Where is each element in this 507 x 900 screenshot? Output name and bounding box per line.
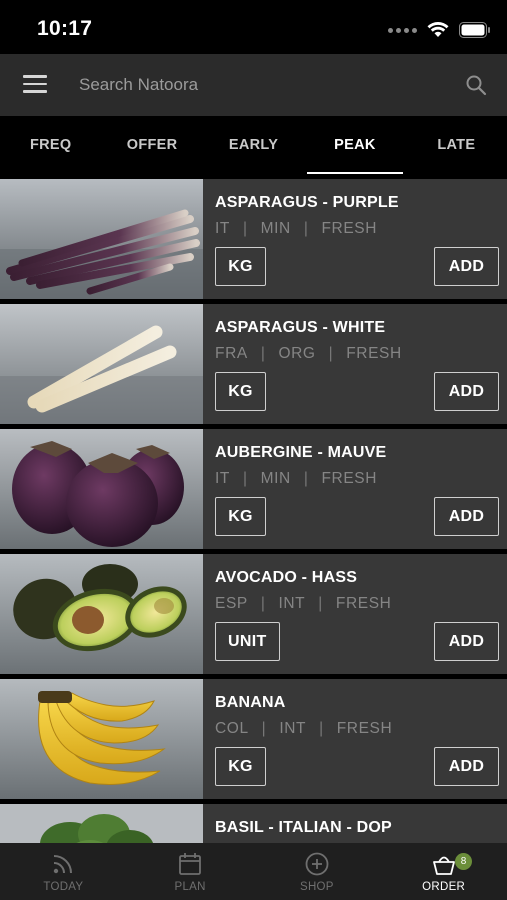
origin-tag: FRA <box>215 345 248 362</box>
product-info: AUBERGINE - MAUVE IT | MIN | FRESH KG ADD <box>203 429 507 549</box>
state-tag: FRESH <box>321 220 378 237</box>
product-image-white-asparagus[interactable] <box>0 304 203 424</box>
product-info: BANANA COL | INT | FRESH KG ADD <box>203 679 507 799</box>
product-name: AUBERGINE - MAUVE <box>215 444 387 461</box>
season-tabs: FREQ OFFER EARLY PEAK LATE <box>0 116 507 178</box>
product-tags: COL | INT | FRESH <box>215 720 393 737</box>
product-name: ASPARAGUS - WHITE <box>215 319 386 336</box>
tab-freq[interactable]: FREQ <box>0 116 101 178</box>
rss-icon <box>54 855 73 874</box>
nav-label: TODAY <box>43 881 84 893</box>
product-info: AVOCADO - HASS ESP | INT | FRESH UNIT ADD <box>203 554 507 674</box>
product-name: AVOCADO - HASS <box>215 569 358 586</box>
unit-button[interactable]: KG <box>215 247 266 286</box>
origin-tag: COL <box>215 720 249 737</box>
nav-label: SHOP <box>299 881 334 893</box>
search-input[interactable] <box>79 70 449 100</box>
search-header <box>0 54 507 116</box>
add-button[interactable]: ADD <box>434 372 499 411</box>
status-icons <box>388 20 491 40</box>
add-button[interactable]: ADD <box>434 497 499 536</box>
plus-circle-icon <box>305 852 329 876</box>
state-tag: FRESH <box>336 720 393 737</box>
type-tag: ORG <box>278 345 316 362</box>
order-count-badge: 8 <box>455 853 473 870</box>
tab-peak[interactable]: PEAK <box>304 116 405 178</box>
product-list: ASPARAGUS - PURPLE IT | MIN | FRESH KG ADD <box>0 179 507 843</box>
state-tag: FRESH <box>321 470 378 487</box>
product-image-purple-asparagus[interactable] <box>0 179 203 299</box>
product-name: BANANA <box>215 694 286 711</box>
tab-late[interactable]: LATE <box>406 116 507 178</box>
add-button[interactable]: ADD <box>434 247 499 286</box>
product-image-banana[interactable] <box>0 679 203 799</box>
nav-label: PLAN <box>174 881 206 893</box>
product-row[interactable]: BANANA COL | INT | FRESH KG ADD <box>0 679 507 799</box>
tab-early[interactable]: EARLY <box>203 116 304 178</box>
signal-dots-icon <box>388 27 417 33</box>
product-image-aubergine[interactable] <box>0 429 203 549</box>
nav-label: ORDER <box>422 881 466 893</box>
product-info: ASPARAGUS - WHITE FRA | ORG | FRESH KG ADD <box>203 304 507 424</box>
product-row[interactable]: AUBERGINE - MAUVE IT | MIN | FRESH KG ADD <box>0 429 507 549</box>
unit-button[interactable]: KG <box>215 747 266 786</box>
product-row[interactable]: AVOCADO - HASS ESP | INT | FRESH UNIT ADD <box>0 554 507 674</box>
product-image-basil[interactable] <box>0 804 203 843</box>
status-time: 10:17 <box>37 17 93 40</box>
search-icon[interactable] <box>465 74 487 96</box>
product-name: ASPARAGUS - PURPLE <box>215 194 399 211</box>
type-tag: MIN <box>260 470 291 487</box>
bottom-nav: TODAY PLAN SHOP 8 ORDER <box>0 843 507 900</box>
product-info: ASPARAGUS - PURPLE IT | MIN | FRESH KG ADD <box>203 179 507 299</box>
menu-icon[interactable] <box>23 75 47 95</box>
type-tag: MIN <box>260 220 291 237</box>
wifi-icon <box>427 22 449 37</box>
state-tag: FRESH <box>346 345 402 362</box>
product-row[interactable]: ASPARAGUS - WHITE FRA | ORG | FRESH KG ADD <box>0 304 507 424</box>
origin-tag: IT <box>215 470 230 487</box>
tab-offer[interactable]: OFFER <box>101 116 202 178</box>
nav-order[interactable]: 8 ORDER <box>380 843 507 900</box>
battery-icon <box>459 22 490 38</box>
calendar-icon <box>179 853 202 875</box>
add-button[interactable]: ADD <box>434 622 499 661</box>
type-tag: INT <box>279 720 307 737</box>
unit-button[interactable]: KG <box>215 497 266 536</box>
product-row[interactable]: ASPARAGUS - PURPLE IT | MIN | FRESH KG ADD <box>0 179 507 299</box>
type-tag: INT <box>278 595 306 612</box>
product-tags: ESP | INT | FRESH <box>215 595 392 612</box>
basket-icon <box>432 856 455 875</box>
unit-button[interactable]: UNIT <box>215 622 280 661</box>
product-tags: IT | MIN | FRESH <box>215 220 378 237</box>
product-tags: IT | MIN | FRESH <box>215 470 378 487</box>
product-info: BASIL - ITALIAN - DOP <box>203 804 507 843</box>
status-bar: 10:17 <box>0 0 507 54</box>
nav-shop[interactable]: SHOP <box>254 843 381 900</box>
unit-button[interactable]: KG <box>215 372 266 411</box>
nav-today[interactable]: TODAY <box>0 843 127 900</box>
state-tag: FRESH <box>335 595 392 612</box>
origin-tag: IT <box>215 220 230 237</box>
product-name: BASIL - ITALIAN - DOP <box>215 819 392 836</box>
origin-tag: ESP <box>215 595 248 612</box>
product-image-avocado[interactable] <box>0 554 203 674</box>
nav-plan[interactable]: PLAN <box>127 843 254 900</box>
product-tags: FRA | ORG | FRESH <box>215 345 402 362</box>
add-button[interactable]: ADD <box>434 747 499 786</box>
product-row[interactable]: BASIL - ITALIAN - DOP <box>0 804 507 843</box>
